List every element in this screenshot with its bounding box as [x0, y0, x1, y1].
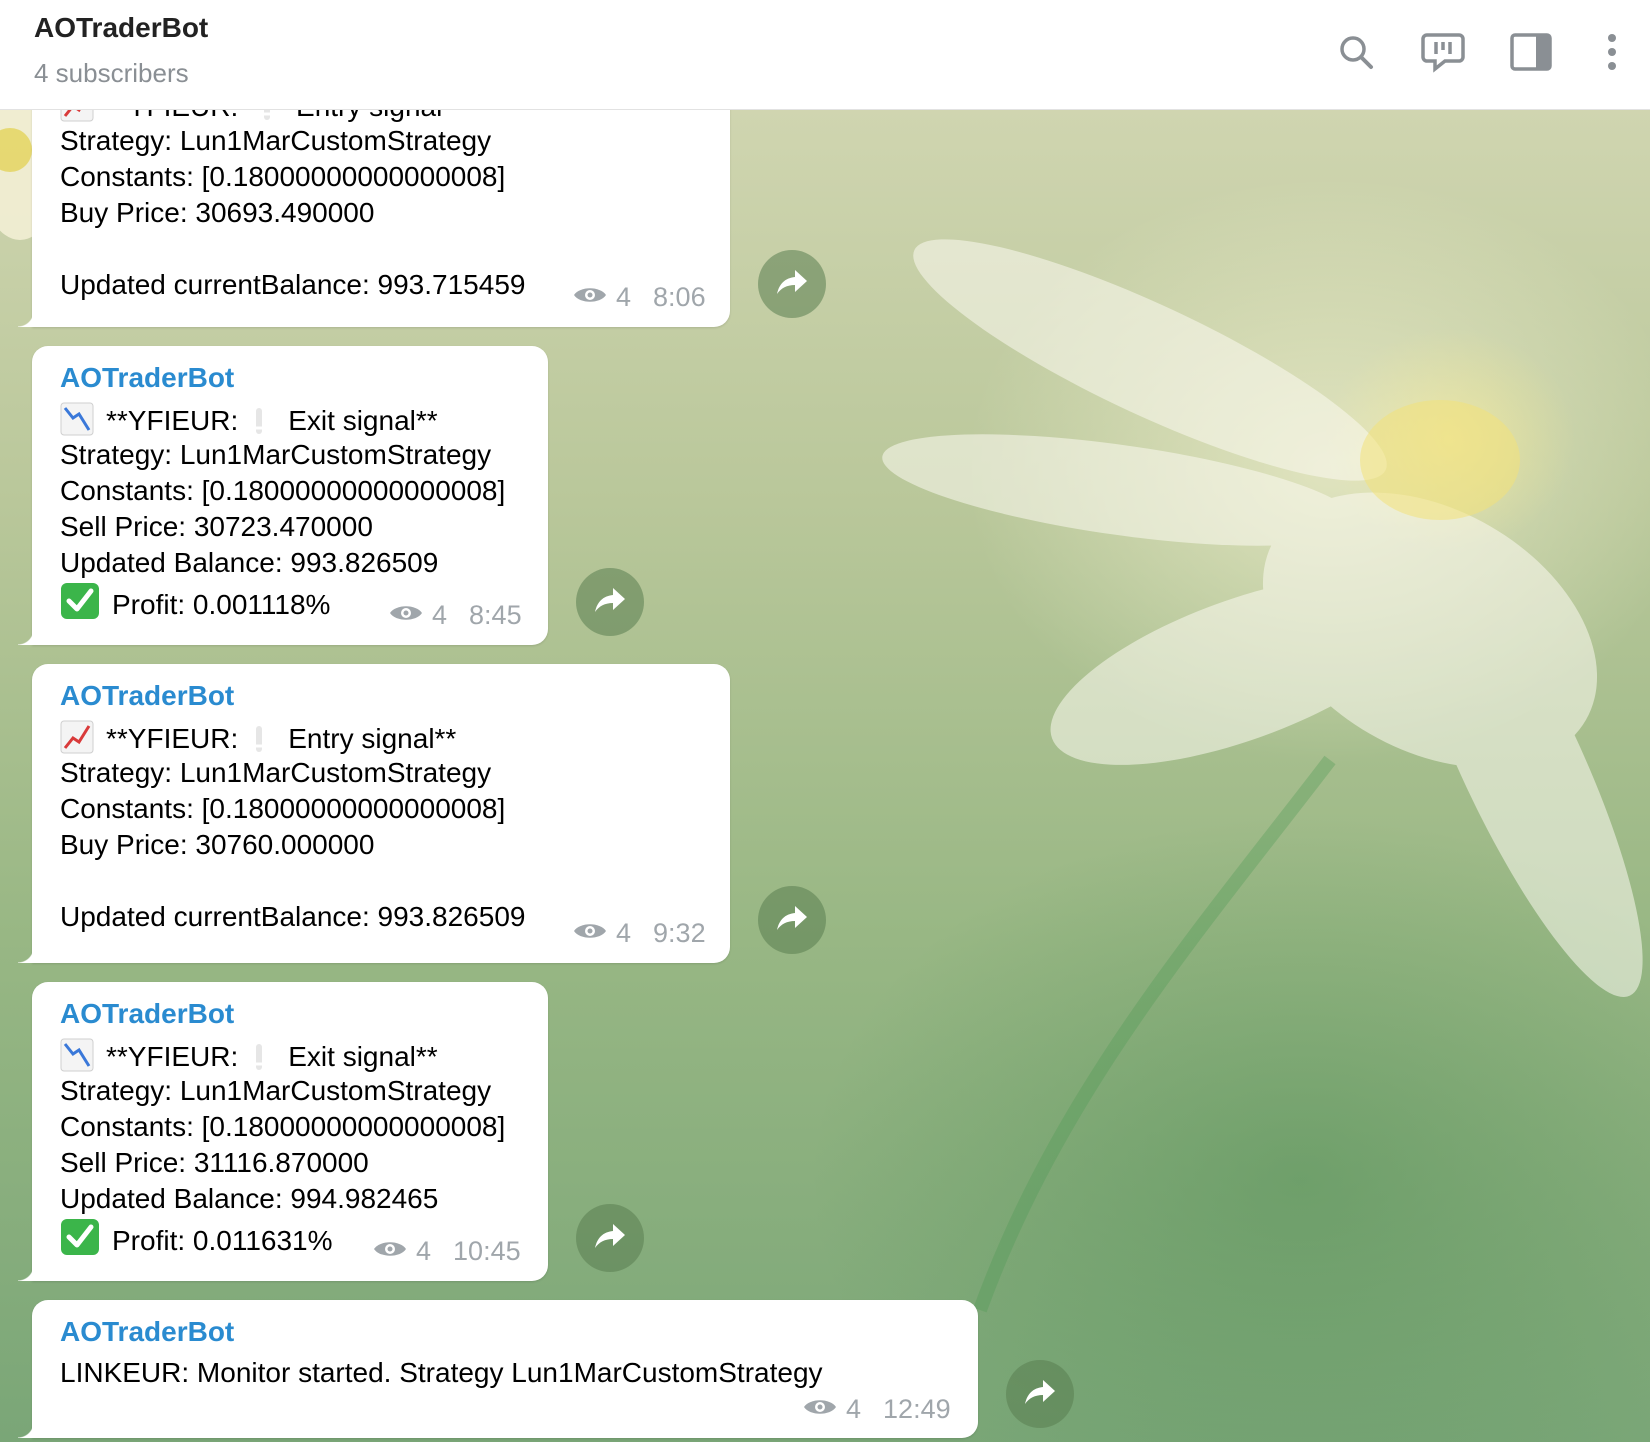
message-line: Updated currentBalance: 993.826509 [60, 901, 526, 932]
share-arrow-icon [775, 268, 809, 300]
message-time: 8:45 [469, 600, 522, 630]
forward-button[interactable] [758, 886, 826, 954]
message-time: 8:06 [653, 282, 706, 312]
message-time: 10:45 [453, 1236, 521, 1266]
subscriber-count: 4 subscribers [34, 58, 189, 88]
sender-name[interactable]: AOTraderBot [60, 362, 234, 394]
sender-name[interactable]: AOTraderBot [60, 998, 234, 1030]
view-count: 4 [616, 282, 632, 312]
search-icon[interactable] [1334, 30, 1378, 74]
views-icon [388, 600, 424, 631]
message-line: Constants: [0.18000000000000008] [60, 793, 506, 824]
message-line: Updated Balance: 993.826509 [60, 547, 439, 578]
message-line: Updated currentBalance: 993.715459 [60, 269, 526, 300]
forward-button[interactable] [576, 1204, 644, 1272]
discussion-icon[interactable] [1421, 30, 1465, 74]
message-time: 12:49 [883, 1394, 951, 1424]
share-arrow-icon [775, 904, 809, 936]
message-bubble[interactable]: AOTraderBot LINKEUR: Monitor started. St… [18, 1300, 978, 1438]
views-icon [572, 282, 608, 313]
message-line: Profit: 0.011631% [60, 1218, 333, 1264]
check-mark-icon [60, 1218, 100, 1264]
message-line: Sell Price: 31116.870000 [60, 1147, 369, 1178]
message-line: Constants: [0.18000000000000008] [60, 1111, 506, 1142]
views-icon [802, 1394, 838, 1425]
check-mark-icon [60, 582, 100, 628]
more-icon[interactable] [1590, 30, 1634, 74]
message-line: Constants: [0.18000000000000008] [60, 475, 506, 506]
message-line: Strategy: Lun1MarCustomStrategy [60, 125, 492, 156]
message-meta: 4 10:45 [372, 1236, 521, 1267]
views-icon [372, 1236, 408, 1267]
message-line: Sell Price: 30723.470000 [60, 511, 373, 542]
message-meta: 4 8:06 [572, 282, 706, 313]
message-line: Strategy: Lun1MarCustomStrategy [60, 757, 492, 788]
message-meta: 4 9:32 [572, 918, 706, 949]
message-line: Constants: [0.18000000000000008] [60, 161, 506, 192]
message-line: Buy Price: 30760.000000 [60, 829, 375, 860]
message-time: 9:32 [653, 918, 706, 948]
message-meta: 4 12:49 [802, 1394, 951, 1425]
sender-name[interactable]: AOTraderBot [60, 680, 234, 712]
message-line: Strategy: Lun1MarCustomStrategy [60, 1075, 492, 1106]
message-bubble[interactable]: AOTraderBot **YFIEUR: Exit signal** Strat… [18, 346, 548, 645]
message-line: LINKEUR: Monitor started. Strategy Lun1M… [60, 1357, 823, 1388]
chat-header: AOTraderBot 4 subscribers [0, 0, 1650, 110]
share-arrow-icon [1023, 1378, 1057, 1410]
sender-name[interactable]: AOTraderBot [60, 1316, 234, 1348]
message-bubble[interactable]: AOTraderBot **YFIEUR: Exit signal** Strat… [18, 982, 548, 1281]
message-meta: 4 8:45 [388, 600, 522, 631]
forward-button[interactable] [758, 250, 826, 318]
sidebar-icon[interactable] [1509, 30, 1553, 74]
channel-title[interactable]: AOTraderBot [34, 12, 208, 44]
message-line: Buy Price: 30693.490000 [60, 197, 375, 228]
views-icon [572, 918, 608, 949]
message-line: Updated Balance: 994.982465 [60, 1183, 439, 1214]
message-bubble[interactable]: AOTraderBot **YFIEUR: Entry signal** Stra… [18, 664, 730, 963]
view-count: 4 [846, 1394, 862, 1424]
view-count: 4 [432, 600, 448, 630]
view-count: 4 [616, 918, 632, 948]
forward-button[interactable] [576, 568, 644, 636]
view-count: 4 [416, 1236, 432, 1266]
message-line: Profit: 0.001118% [60, 582, 330, 628]
forward-button[interactable] [1006, 1360, 1074, 1428]
message-line: Strategy: Lun1MarCustomStrategy [60, 439, 492, 470]
share-arrow-icon [593, 1222, 627, 1254]
share-arrow-icon [593, 586, 627, 618]
